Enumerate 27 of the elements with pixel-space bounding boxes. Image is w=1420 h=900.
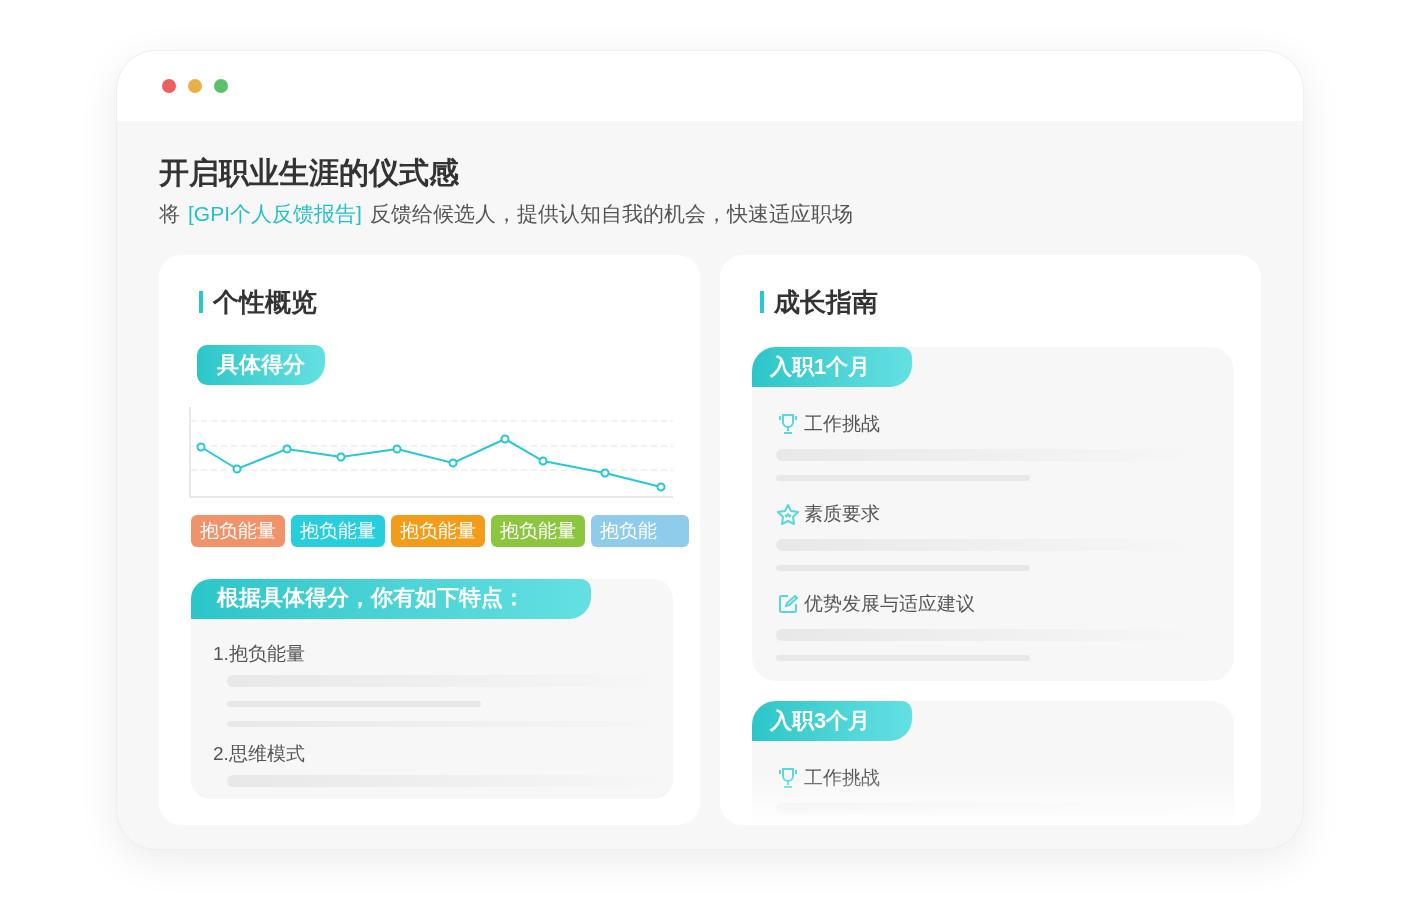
- trophy-icon: [778, 413, 798, 435]
- trait-tag: 抱负能量: [191, 515, 285, 547]
- trait-tag: 抱负能量: [291, 515, 385, 547]
- section-badge: 根据具体得分，你有如下特点：: [191, 579, 591, 619]
- report-link[interactable]: [GPI个人反馈报告]: [188, 197, 362, 231]
- trait-item: 2.思维模式: [213, 742, 306, 766]
- guide-item-label: 工作挑战: [804, 766, 880, 790]
- stage-badge: 入职3个月: [752, 701, 912, 741]
- subtitle-text: 将: [159, 201, 180, 227]
- star-icon: [776, 503, 800, 525]
- guide-item-label: 优势发展与适应建议: [804, 592, 975, 616]
- trait-tag: 抱负能: [591, 515, 689, 547]
- section-badge: 具体得分: [197, 345, 325, 385]
- card-title: 成长指南: [774, 287, 878, 317]
- accent-bar: [199, 291, 203, 313]
- edit-icon: [778, 594, 798, 614]
- trait-item: 1.抱负能量: [213, 642, 306, 666]
- card-title: 个性概览: [213, 287, 317, 317]
- subtitle-text: 反馈给候选人，提供认知自我的机会，快速适应职场: [369, 201, 853, 227]
- trait-tag: 抱负能量: [491, 515, 585, 547]
- guide-item-label: 素质要求: [804, 502, 880, 526]
- trait-tag: 抱负能量: [391, 515, 485, 547]
- accent-bar: [760, 291, 764, 313]
- stage-badge: 入职1个月: [752, 347, 912, 387]
- trophy-icon: [778, 767, 798, 789]
- guide-item-label: 工作挑战: [804, 412, 880, 436]
- page-title: 开启职业生涯的仪式感: [159, 155, 460, 191]
